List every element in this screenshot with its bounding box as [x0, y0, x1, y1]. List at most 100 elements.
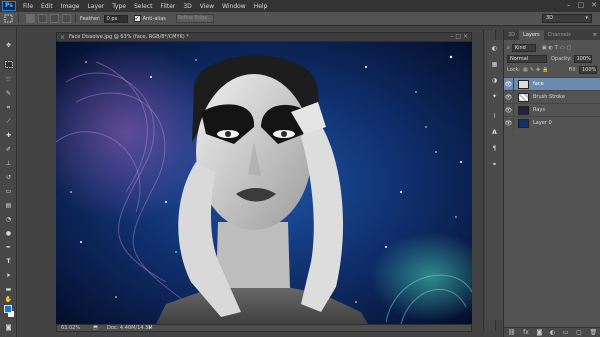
link-layers-icon[interactable]: ⛓ [508, 329, 516, 336]
color-panel-icon[interactable]: ◐ [490, 44, 499, 53]
menu-layer[interactable]: Layer [83, 3, 108, 10]
filter-icons[interactable]: ▣◐T▭▢ [542, 45, 574, 51]
healing-brush-tool-icon[interactable]: ✚ [4, 131, 13, 140]
layer-thumbnail [518, 105, 529, 115]
eye-icon[interactable]: 👁 [504, 90, 514, 104]
menu-type[interactable]: Type [108, 3, 130, 10]
document-title: Face Dissolve.jpg @ 63% (face, RGB/8*/CM… [69, 34, 189, 40]
menu-view[interactable]: View [196, 3, 218, 10]
paragraph-panel-icon[interactable]: ¶ [490, 144, 499, 153]
kind-filter-select[interactable]: Kind [511, 43, 536, 52]
adjustments-panel-icon[interactable]: ◑ [490, 76, 499, 85]
adjustment-layer-icon[interactable]: ◐ [550, 329, 555, 336]
marquee-preset-icon[interactable] [3, 14, 14, 23]
menu-3d[interactable]: 3D [179, 3, 195, 10]
foreground-color-swatch[interactable] [4, 305, 12, 313]
lock-icons[interactable]: ▦✎✥🔒 [523, 67, 550, 73]
feather-input[interactable]: 0 px [103, 14, 128, 23]
menu-file[interactable]: File [19, 3, 37, 10]
move-tool-icon[interactable]: ✥ [4, 41, 13, 50]
minimize-icon[interactable]: – [567, 1, 571, 9]
history-brush-tool-icon[interactable]: ↺ [4, 173, 13, 182]
layer-list: 👁 face 👁 Brush Stroke 👁 Rays 👁 Layer 0 [504, 77, 600, 130]
swatches-panel-icon[interactable]: ▦ [490, 60, 499, 69]
subtract-selection-icon[interactable] [50, 14, 59, 23]
dodge-tool-icon[interactable]: ● [4, 229, 13, 238]
add-mask-icon[interactable]: ◙ [536, 329, 542, 336]
type-tool-icon[interactable]: T [4, 257, 13, 266]
zoom-level[interactable]: 63.02% [61, 325, 80, 331]
quick-mask-icon[interactable]: ◙ [4, 323, 13, 332]
tab-3d[interactable]: 3D [504, 30, 519, 40]
layer-name: face [533, 81, 544, 87]
eraser-tool-icon[interactable]: ▭ [4, 187, 13, 196]
shape-tool-icon[interactable]: ▬ [4, 285, 13, 294]
delete-layer-icon[interactable]: 🗑 [589, 329, 597, 336]
eye-icon[interactable]: 👁 [504, 77, 514, 91]
menu-window[interactable]: Window [218, 3, 250, 10]
hand-tool-icon[interactable]: ✋ [4, 295, 13, 304]
pen-tool-icon[interactable]: ✒ [4, 243, 13, 252]
tab-layers[interactable]: Layers [519, 30, 544, 40]
fill-input[interactable]: 100% [579, 65, 597, 74]
layer-style-icon[interactable]: fx [523, 329, 529, 336]
menu-edit[interactable]: Edit [37, 3, 57, 10]
document-tab[interactable]: × Face Dissolve.jpg @ 63% (face, RGB/8*/… [56, 32, 472, 42]
blur-tool-icon[interactable]: ◔ [4, 215, 13, 224]
maximize-icon[interactable]: □ [578, 1, 585, 9]
quick-select-tool-icon[interactable]: ✎ [4, 89, 13, 98]
canvas-artwork [56, 42, 472, 324]
brush-tool-icon[interactable]: ✐ [4, 145, 13, 154]
eye-icon[interactable]: 👁 [504, 103, 514, 117]
feather-label: Feather: [80, 15, 101, 22]
tools-panel: ✥ ➰ ✎ ⌗ ⟋ ✚ ✐ ⊥ ↺ ▭ ▤ ◔ ● ✒ T ➤ ▬ ✋ ◙ [0, 27, 17, 337]
intersect-selection-icon[interactable] [62, 14, 71, 23]
refine-edge-button[interactable]: Refine Edge... [175, 14, 214, 23]
layers-panel: 3D Layers Channels ≡ ⌕ Kind ▣◐T▭▢ Normal… [503, 30, 600, 337]
brush-panel-icon[interactable]: ⌇ [490, 112, 499, 121]
window-controls: – □ ✕ [567, 1, 597, 9]
layer-row-layer-0[interactable]: 👁 Layer 0 [504, 116, 600, 130]
document-canvas[interactable] [56, 42, 472, 324]
eye-icon[interactable]: 👁 [504, 116, 514, 130]
panel-tabs: 3D Layers Channels ≡ [504, 30, 600, 40]
crop-tool-icon[interactable]: ⌗ [4, 103, 13, 112]
close-icon[interactable]: × [60, 34, 65, 42]
blend-mode-select[interactable]: Normal [507, 54, 547, 63]
photoshop-logo-icon: Ps [2, 1, 16, 11]
lasso-tool-icon[interactable]: ➰ [4, 75, 13, 84]
new-group-icon[interactable]: ▭ [563, 329, 569, 336]
layer-row-rays[interactable]: 👁 Rays [504, 103, 600, 117]
menu-filter[interactable]: Filter [157, 3, 180, 10]
status-menu-arrow-icon[interactable]: ▸ [149, 325, 152, 331]
workspace-select[interactable]: 3D ▾ [542, 14, 592, 23]
status-icon: ⬒ [93, 325, 98, 331]
document-window-controls[interactable]: – □ × [450, 33, 468, 41]
marquee-tool-icon[interactable] [4, 60, 13, 69]
layer-thumbnail [518, 92, 529, 102]
fill-label: Fill: [568, 66, 577, 73]
add-selection-icon[interactable] [38, 14, 47, 23]
clone-source-panel-icon[interactable]: ⚭ [490, 160, 499, 169]
antialias-checkbox[interactable]: ✓ [133, 15, 141, 22]
layer-thumbnail [518, 118, 529, 128]
layer-row-brush-stroke[interactable]: 👁 Brush Stroke [504, 90, 600, 104]
new-layer-icon[interactable]: ▢ [576, 329, 582, 336]
character-panel-icon[interactable]: A [490, 128, 499, 137]
styles-panel-icon[interactable]: ✦ [490, 92, 499, 101]
menu-select[interactable]: Select [130, 3, 157, 10]
opacity-input[interactable]: 100% [573, 54, 592, 63]
clone-stamp-tool-icon[interactable]: ⊥ [4, 159, 13, 168]
eyedropper-tool-icon[interactable]: ⟋ [4, 117, 13, 126]
layer-row-face[interactable]: 👁 face [504, 77, 600, 91]
gradient-tool-icon[interactable]: ▤ [4, 201, 13, 210]
path-selection-tool-icon[interactable]: ➤ [4, 271, 13, 280]
new-selection-icon[interactable] [26, 14, 35, 23]
close-icon[interactable]: ✕ [591, 1, 597, 9]
tab-channels[interactable]: Channels [544, 30, 575, 40]
menu-image[interactable]: Image [57, 3, 84, 10]
panel-menu-icon[interactable]: ≡ [593, 30, 600, 40]
menu-help[interactable]: Help [250, 3, 272, 10]
blend-row: Normal Opacity: 100% [504, 53, 600, 64]
opacity-label: Opacity: [551, 55, 572, 62]
